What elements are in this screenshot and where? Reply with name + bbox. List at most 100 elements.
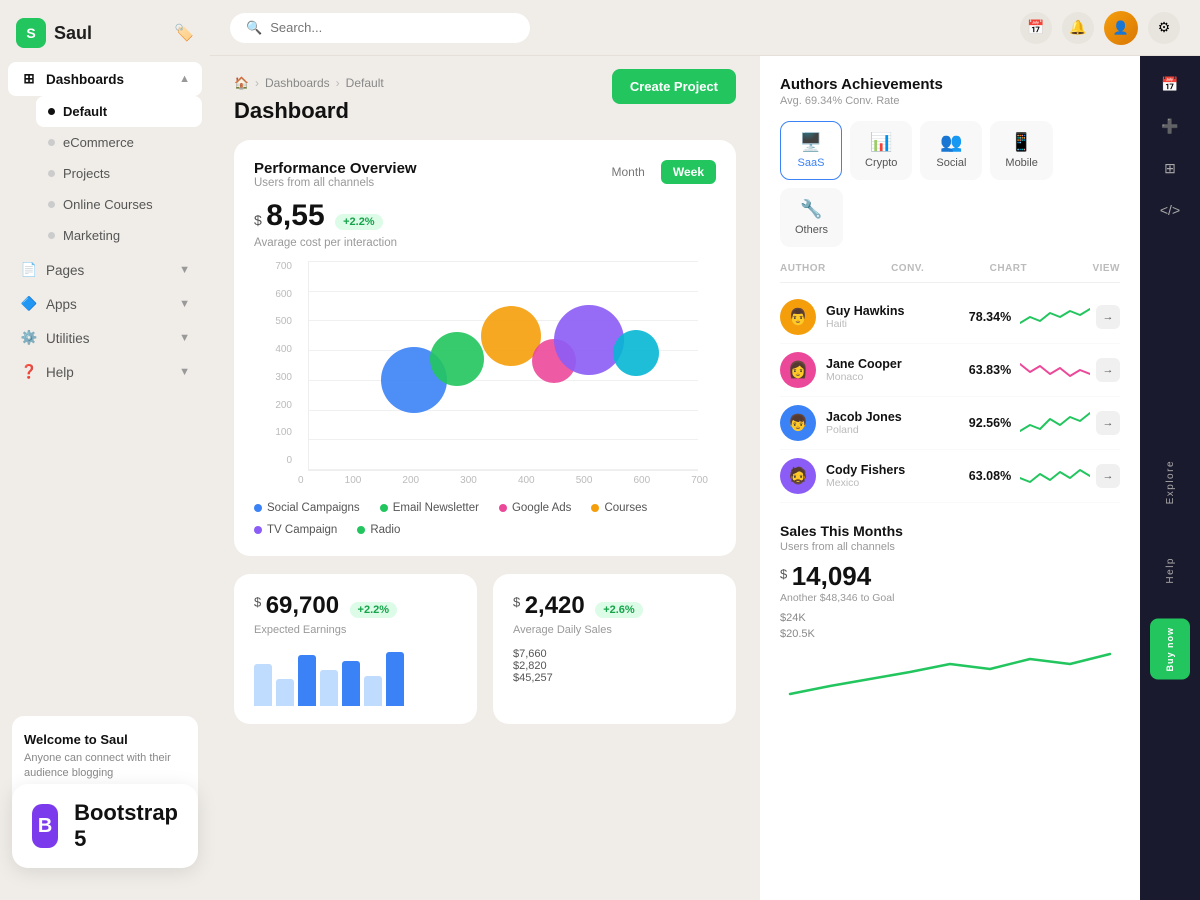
search-bar[interactable]: 🔍: [230, 13, 530, 43]
settings-icon[interactable]: ⚙: [1148, 12, 1180, 44]
author-info: Jane Cooper Monaco: [826, 357, 960, 383]
header-author: AUTHOR: [780, 263, 826, 274]
author-name: Jane Cooper: [826, 357, 960, 371]
breadcrumb-sep: ›: [255, 76, 259, 90]
cat-tab-saas[interactable]: 🖥️ SaaS: [780, 121, 842, 180]
tab-month[interactable]: Month: [600, 160, 657, 184]
currency-sup: $: [254, 595, 261, 610]
currency-sup: $: [780, 567, 787, 582]
calendar-icon[interactable]: 📅: [1020, 12, 1052, 44]
author-row-guy: 👨 Guy Hawkins Haiti 78.34% →: [780, 291, 1120, 344]
dot-icon: [48, 201, 55, 208]
sidebar-item-label: Dashboards: [46, 72, 124, 87]
dot-icon: [48, 232, 55, 239]
sidebar: S Saul 🏷️ ⊞ Dashboards ▲ Default eCommer…: [0, 0, 210, 900]
category-tabs: 🖥️ SaaS 📊 Crypto 👥 Social 📱 Mobile: [780, 121, 1120, 247]
y-label: 600: [254, 289, 292, 300]
legend-label: Radio: [370, 524, 400, 536]
sidebar-item-pages[interactable]: 📄 Pages ▼: [8, 253, 202, 287]
author-view-button[interactable]: →: [1096, 358, 1120, 382]
x-label: 0: [298, 475, 304, 486]
performance-card: Performance Overview Users from all chan…: [234, 140, 736, 556]
x-axis: 0 100 200 300 400 500 600 700: [298, 471, 708, 486]
create-project-button[interactable]: Create Project: [612, 69, 736, 104]
search-input[interactable]: [270, 20, 514, 35]
cat-label: Others: [795, 224, 828, 236]
strip-icon-1[interactable]: 📅: [1152, 66, 1188, 102]
author-avatar: 👦: [780, 405, 816, 441]
header-conv: CONV.: [891, 263, 924, 274]
dot-icon: [48, 139, 55, 146]
cat-tab-social[interactable]: 👥 Social: [920, 121, 982, 180]
bubble-radio: [613, 330, 659, 376]
tab-group: Month Week: [600, 160, 717, 184]
sidebar-item-default[interactable]: Default: [36, 96, 202, 127]
sidebar-item-projects[interactable]: Projects: [36, 158, 202, 189]
sidebar-item-ecommerce[interactable]: eCommerce: [36, 127, 202, 158]
legend-dot: [254, 526, 262, 534]
sales-value-row: $ 14,094: [780, 561, 1120, 592]
bar: [254, 664, 272, 706]
sidebar-item-apps[interactable]: 🔷 Apps ▼: [8, 287, 202, 321]
stat-sub-value: $45,257: [513, 672, 553, 684]
bootstrap-banner[interactable]: B Bootstrap 5: [12, 784, 198, 868]
sidebar-item-online-courses[interactable]: Online Courses: [36, 189, 202, 220]
logo-icon: S: [16, 18, 46, 48]
author-row-jacob: 👦 Jacob Jones Poland 92.56% →: [780, 397, 1120, 450]
bar: [364, 676, 382, 706]
tab-week[interactable]: Week: [661, 160, 716, 184]
search-icon: 🔍: [246, 20, 262, 36]
cat-tab-crypto[interactable]: 📊 Crypto: [850, 121, 912, 180]
perf-subtitle: Users from all channels: [254, 177, 417, 189]
author-name: Cody Fishers: [826, 463, 960, 477]
author-location: Poland: [826, 424, 960, 436]
strip-explore-label[interactable]: Explore: [1165, 444, 1176, 520]
sales-value: 14,094: [792, 561, 872, 591]
others-icon: 🔧: [800, 199, 822, 220]
strip-help-label[interactable]: Help: [1165, 541, 1176, 600]
notification-icon[interactable]: 🔔: [1062, 12, 1094, 44]
x-label: 500: [576, 475, 593, 486]
sidebar-item-label: Pages: [46, 263, 84, 278]
avatar[interactable]: 👤: [1104, 11, 1138, 45]
author-avatar: 👩: [780, 352, 816, 388]
sidebar-item-label: eCommerce: [63, 135, 134, 150]
stat-values: $7,660 $2,820 $45,257: [513, 648, 553, 684]
welcome-title: Welcome to Saul: [24, 732, 186, 747]
sparkline-chart: [1020, 303, 1090, 331]
bubble-chart: [308, 261, 698, 471]
mobile-icon: 📱: [1010, 132, 1032, 153]
author-view-button[interactable]: →: [1096, 411, 1120, 435]
author-view-button[interactable]: →: [1096, 305, 1120, 329]
sales-title: Sales This Months: [780, 523, 1120, 539]
breadcrumb-parent[interactable]: Dashboards: [265, 76, 330, 90]
grid-line: [309, 410, 698, 411]
sidebar-item-dashboards[interactable]: ⊞ Dashboards ▲: [8, 62, 202, 96]
sidebar-item-help[interactable]: ❓ Help ▼: [8, 355, 202, 389]
sidebar-item-label: Marketing: [63, 228, 120, 243]
legend-item-email: Email Newsletter: [380, 502, 479, 514]
cat-tab-others[interactable]: 🔧 Others: [780, 188, 843, 247]
metric-change-badge: +2.2%: [335, 214, 383, 230]
welcome-description: Anyone can connect with their audience b…: [24, 751, 186, 782]
strip-icon-3[interactable]: ⊞: [1152, 150, 1188, 186]
strip-icon-4[interactable]: </>: [1152, 192, 1188, 228]
author-row-cody: 🧔 Cody Fishers Mexico 63.08% →: [780, 450, 1120, 503]
author-info: Jacob Jones Poland: [826, 410, 960, 436]
legend-item-courses: Courses: [591, 502, 647, 514]
cat-tab-mobile[interactable]: 📱 Mobile: [990, 121, 1052, 180]
metric-row: $ 8,55 +2.2%: [254, 199, 716, 233]
author-location: Monaco: [826, 371, 960, 383]
x-label: 700: [691, 475, 708, 486]
strip-icon-2[interactable]: ➕: [1152, 108, 1188, 144]
y-label: 700: [254, 261, 292, 272]
header: 🔍 📅 🔔 👤 ⚙: [210, 0, 1200, 56]
authors-panel: Authors Achievements Avg. 69.34% Conv. R…: [760, 56, 1140, 900]
sidebar-item-utilities[interactable]: ⚙️ Utilities ▼: [8, 321, 202, 355]
stat-sub-value: $2,820: [513, 660, 553, 672]
strip-buy-button[interactable]: Buy now: [1150, 619, 1190, 680]
author-view-button[interactable]: →: [1096, 464, 1120, 488]
legend-label: Social Campaigns: [267, 502, 360, 514]
sidebar-item-marketing[interactable]: Marketing: [36, 220, 202, 251]
stat-value: 69,700: [266, 592, 339, 619]
